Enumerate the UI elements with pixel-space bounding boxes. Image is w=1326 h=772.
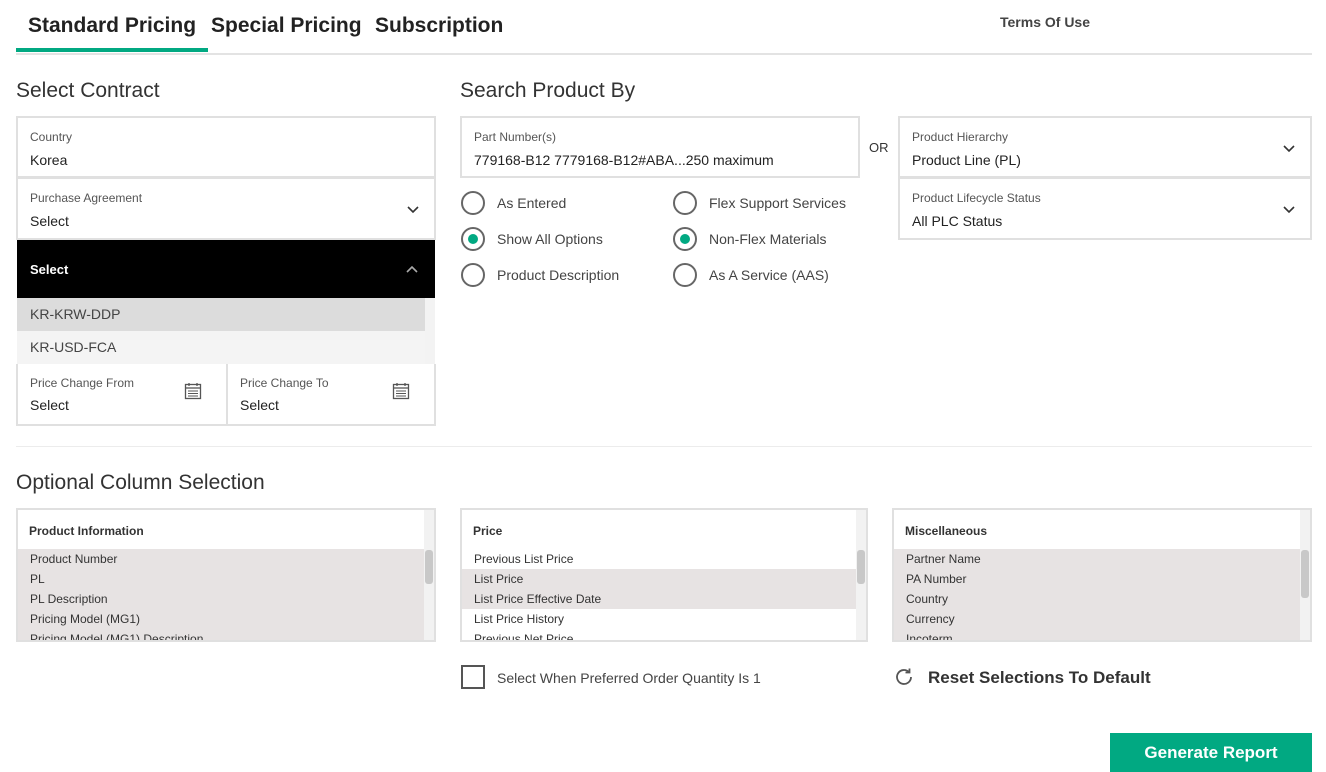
radio-label: As Entered	[497, 195, 567, 211]
plc-status-select[interactable]: Product Lifecycle Status All PLC Status	[898, 177, 1312, 240]
radio-non-flex-materials[interactable]: Non-Flex Materials	[673, 227, 826, 251]
radio-as-a-service[interactable]: As A Service (AAS)	[673, 263, 829, 287]
tab-standard-pricing[interactable]: Standard Pricing	[16, 14, 209, 52]
miscellaneous-listbox[interactable]: Miscellaneous Partner Name PA Number Cou…	[892, 508, 1312, 642]
reset-selections-button[interactable]: Reset Selections To Default	[928, 668, 1151, 688]
radio-circle[interactable]	[461, 191, 485, 215]
price-change-to-label: Price Change To	[240, 376, 329, 390]
list-item[interactable]: Previous Net Price	[462, 629, 858, 640]
tab-special-pricing[interactable]: Special Pricing	[199, 14, 374, 48]
listbox-scrollbar[interactable]	[424, 510, 434, 640]
radio-product-description[interactable]: Product Description	[461, 263, 619, 287]
scrollbar-thumb[interactable]	[425, 550, 433, 584]
tab-bar: Standard Pricing Special Pricing Subscri…	[16, 0, 1312, 55]
radio-label: As A Service (AAS)	[709, 267, 829, 283]
list-item[interactable]: List Price	[462, 569, 858, 589]
product-information-listbox[interactable]: Product Information Product Number PL PL…	[16, 508, 436, 642]
list-item[interactable]: PA Number	[894, 569, 1302, 589]
chevron-up-icon[interactable]	[405, 262, 419, 276]
tab-subscription[interactable]: Subscription	[363, 14, 515, 48]
radio-label: Product Description	[497, 267, 620, 283]
plc-status-value: All PLC Status	[912, 213, 1003, 229]
scrollbar-thumb[interactable]	[1301, 550, 1309, 598]
radio-label: Flex Support Services	[709, 195, 846, 211]
list-item[interactable]: Pricing Model (MG1) Description	[18, 629, 426, 640]
dropdown-option[interactable]: KR-KRW-DDP	[17, 298, 425, 331]
list-item[interactable]: Previous List Price	[462, 549, 858, 569]
listbox-header: Price	[473, 524, 503, 538]
radio-circle[interactable]	[673, 263, 697, 287]
list-item[interactable]: List Price History	[462, 609, 858, 629]
price-change-from-field[interactable]: Price Change From Select	[16, 364, 228, 426]
purchase-agreement-dropdown[interactable]: Select	[17, 240, 435, 298]
radio-as-entered[interactable]: As Entered	[461, 191, 566, 215]
list-item[interactable]: Partner Name	[894, 549, 1302, 569]
price-listbox[interactable]: Price Previous List Price List Price Lis…	[460, 508, 868, 642]
list-item[interactable]: Pricing Model (MG1)	[18, 609, 426, 629]
chevron-down-icon	[1282, 203, 1296, 217]
price-change-to-value: Select	[240, 397, 279, 413]
list-item[interactable]: PL	[18, 569, 426, 589]
list-item[interactable]: Incoterm	[894, 629, 1302, 640]
price-change-from-value: Select	[30, 397, 69, 413]
country-label: Country	[30, 130, 73, 144]
list-item[interactable]: Country	[894, 589, 1302, 609]
part-number-input[interactable]: Part Number(s) 779168-B12 7779168-B12#AB…	[460, 116, 860, 178]
list-item[interactable]: List Price Effective Date	[462, 589, 858, 609]
reset-icon[interactable]	[892, 665, 916, 689]
chevron-down-icon	[1282, 142, 1296, 156]
price-change-from-label: Price Change From	[30, 376, 135, 390]
chevron-down-icon	[406, 203, 420, 217]
radio-show-all-options[interactable]: Show All Options	[461, 227, 603, 251]
listbox-scrollbar[interactable]	[856, 510, 866, 640]
part-number-label: Part Number(s)	[474, 130, 557, 144]
product-hierarchy-select[interactable]: Product Hierarchy Product Line (PL)	[898, 116, 1312, 178]
purchase-agreement-select[interactable]: Purchase Agreement Select	[16, 177, 436, 240]
dropdown-option[interactable]: KR-USD-FCA	[17, 331, 425, 364]
list-item[interactable]: Product Number	[18, 549, 426, 569]
product-hierarchy-label: Product Hierarchy	[912, 130, 1009, 144]
radio-label: Show All Options	[497, 231, 603, 247]
purchase-agreement-value: Select	[30, 213, 69, 229]
listbox-header: Product Information	[29, 524, 144, 538]
search-product-title: Search Product By	[460, 79, 636, 102]
radio-flex-support-services[interactable]: Flex Support Services	[673, 191, 846, 215]
listbox-header: Miscellaneous	[905, 524, 988, 538]
list-item[interactable]: Currency	[894, 609, 1302, 629]
part-number-value: 779168-B12 7779168-B12#ABA...250 maximum	[474, 152, 774, 168]
product-hierarchy-value: Product Line (PL)	[912, 152, 1021, 168]
list-item[interactable]: PL Description	[18, 589, 426, 609]
radio-circle[interactable]	[673, 227, 697, 251]
preferred-qty-label: Select When Preferred Order Quantity Is …	[497, 670, 761, 686]
or-separator: OR	[869, 140, 889, 155]
section-divider	[16, 446, 1312, 447]
radio-label: Non-Flex Materials	[709, 231, 827, 247]
country-value: Korea	[30, 152, 68, 168]
calendar-icon[interactable]	[184, 382, 202, 400]
purchase-agreement-label: Purchase Agreement	[30, 191, 143, 205]
plc-status-label: Product Lifecycle Status	[912, 191, 1041, 205]
radio-circle[interactable]	[461, 227, 485, 251]
terms-of-use-link[interactable]: Terms Of Use	[1000, 14, 1090, 30]
dropdown-header-label: Select	[30, 262, 69, 277]
generate-report-button[interactable]: Generate Report	[1110, 733, 1312, 772]
dropdown-scrollbar[interactable]	[425, 298, 435, 366]
optional-columns-title: Optional Column Selection	[16, 471, 265, 494]
radio-circle[interactable]	[673, 191, 697, 215]
scrollbar-thumb[interactable]	[857, 550, 865, 584]
radio-circle[interactable]	[461, 263, 485, 287]
select-contract-title: Select Contract	[16, 79, 160, 102]
price-change-to-field[interactable]: Price Change To Select	[226, 364, 436, 426]
listbox-scrollbar[interactable]	[1300, 510, 1310, 640]
calendar-icon[interactable]	[392, 382, 410, 400]
preferred-qty-checkbox[interactable]	[461, 665, 485, 689]
country-field[interactable]: Country Korea	[16, 116, 436, 178]
